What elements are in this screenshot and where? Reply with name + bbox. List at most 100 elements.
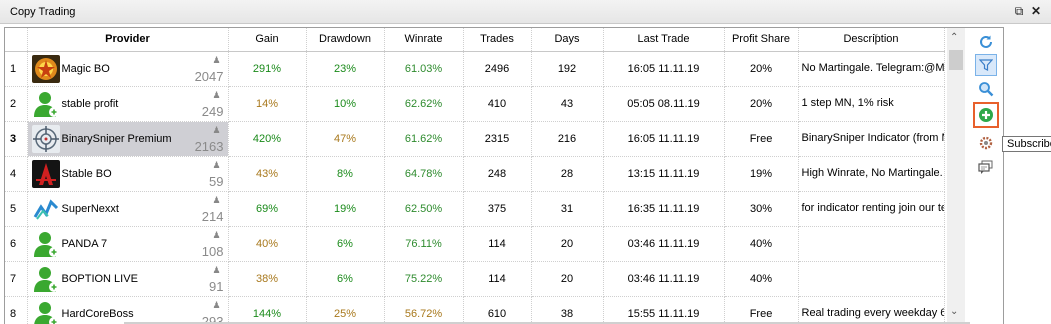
settings-button[interactable] xyxy=(975,132,997,154)
subscribers-count: 59 xyxy=(209,173,224,189)
restore-icon[interactable]: ⧉ xyxy=(1012,4,1026,18)
subscribers-icon: ♟ xyxy=(212,229,221,240)
provider-name[interactable]: BOPTION LIVE xyxy=(62,273,138,285)
last-trade-cell: 05:05 08.11.19 xyxy=(603,86,725,122)
scrollbar-thumb[interactable] xyxy=(949,50,963,70)
trades-cell: 375 xyxy=(463,191,532,227)
table-row[interactable]: 4 Stable BO ♟ 59 43% 8% 64.78% 248 28 13:15 11.11… xyxy=(5,156,945,192)
winrate-cell: 62.50% xyxy=(384,191,464,227)
vertical-scrollbar[interactable]: ⌃ ⌄ xyxy=(947,28,965,324)
avatar xyxy=(31,299,60,324)
provider-name[interactable]: BinarySniper Premium xyxy=(62,133,172,145)
table-row[interactable]: 6 PANDA 7 ♟ 108 40% 6% 76.11% 114 20 03:46 11.11.… xyxy=(5,226,945,262)
header-rank[interactable] xyxy=(5,28,28,52)
description-cell xyxy=(798,261,945,297)
description-cell: Real trading every weekday 6-18 GTMteleg… xyxy=(798,296,945,324)
header-profit-share[interactable]: Profit Share xyxy=(724,28,799,52)
window-titlebar: Copy Trading ⧉ ✕ xyxy=(0,0,1051,24)
avatar xyxy=(31,54,60,83)
description-cell: BinarySniper Indicator (from MQL5.com) w… xyxy=(798,121,945,157)
search-button[interactable] xyxy=(975,78,997,100)
last-trade-cell: 03:46 11.11.19 xyxy=(603,226,725,262)
subscribers-icon: ♟ xyxy=(212,89,221,100)
provider-name[interactable]: SuperNexxt xyxy=(62,203,119,215)
rank-cell: 4 xyxy=(5,156,28,192)
days-cell: 38 xyxy=(531,296,604,324)
table-header-row: Provider Gain Drawdown Winrate Trades Da… xyxy=(5,28,945,52)
subscribers-count: 2047 xyxy=(194,68,224,84)
provider-name[interactable]: Stable BO xyxy=(62,168,112,180)
provider-cell[interactable]: SuperNexxt ♟ 214 xyxy=(27,191,229,227)
provider-name[interactable]: stable profit xyxy=(62,98,119,110)
days-cell: 28 xyxy=(531,156,604,192)
header-last-trade[interactable]: Last Trade xyxy=(603,28,725,52)
subscribe-button[interactable] xyxy=(973,102,999,128)
provider-cell[interactable]: HardCoreBoss ♟ 293 xyxy=(27,296,229,324)
days-cell: 43 xyxy=(531,86,604,122)
drawdown-cell: 25% xyxy=(306,296,385,324)
winrate-cell: 76.11% xyxy=(384,226,464,262)
table-row[interactable]: 5 SuperNexxt ♟ 214 69% 19% 62.50% 375 31 16:35 11… xyxy=(5,191,945,227)
provider-cell[interactable]: PANDA 7 ♟ 108 xyxy=(27,226,229,262)
provider-name[interactable]: HardCoreBoss xyxy=(62,308,134,320)
scroll-down-icon[interactable]: ⌄ xyxy=(950,306,958,317)
chat-button[interactable] xyxy=(975,156,997,178)
search-icon xyxy=(979,82,994,97)
last-trade-cell: 03:46 11.11.19 xyxy=(603,261,725,297)
header-winrate[interactable]: Winrate xyxy=(384,28,464,52)
profit-share-cell: 40% xyxy=(724,226,799,262)
days-cell: 20 xyxy=(531,226,604,262)
provider-cell[interactable]: stable profit ♟ 249 xyxy=(27,86,229,122)
subscribers-count: 91 xyxy=(209,278,224,294)
trades-cell: 2315 xyxy=(463,121,532,157)
close-icon[interactable]: ✕ xyxy=(1029,4,1043,18)
table-row[interactable]: 1 Magic BO ♟ 2047 291% 23% 61.03% 2496 192 16:05 … xyxy=(5,51,945,87)
provider-cell[interactable]: Magic BO ♟ 2047 xyxy=(27,51,229,87)
table-row[interactable]: 3 BinarySniper Premium ♟ 2163 420% 47% 61.62% 2… xyxy=(5,121,945,157)
toolbar-sidebar xyxy=(970,27,1004,324)
subscribe-tooltip: Subscribe xyxy=(1002,136,1051,152)
table-row[interactable]: 8 HardCoreBoss ♟ 293 144% 25% 56.72% 610 38 15:55… xyxy=(5,296,945,324)
filter-button[interactable] xyxy=(975,54,997,76)
provider-cell[interactable]: Stable BO ♟ 59 xyxy=(27,156,229,192)
last-trade-cell: 13:15 11.11.19 xyxy=(603,156,725,192)
subscribers-count: 214 xyxy=(201,208,224,224)
header-trades[interactable]: Trades xyxy=(463,28,532,52)
last-trade-cell: 15:55 11.11.19 xyxy=(603,296,725,324)
rank-cell: 7 xyxy=(5,261,28,297)
provider-name[interactable]: Magic BO xyxy=(62,63,110,75)
settings-icon xyxy=(979,136,993,150)
winrate-cell: 61.03% xyxy=(384,51,464,87)
subscribers-icon: ♟ xyxy=(212,54,221,65)
header-days[interactable]: Days xyxy=(531,28,604,52)
last-trade-cell: 16:05 11.11.19 xyxy=(603,121,725,157)
subscribers-count: 249 xyxy=(201,103,224,119)
header-description[interactable]: Description xyxy=(798,28,945,52)
table-row[interactable]: 2 stable profit ♟ 249 14% 10% 62.62% 410 43 05:05… xyxy=(5,86,945,122)
provider-name[interactable]: PANDA 7 xyxy=(62,238,108,250)
profit-share-cell: 19% xyxy=(724,156,799,192)
rank-cell: 2 xyxy=(5,86,28,122)
scroll-up-icon[interactable]: ⌃ xyxy=(950,32,958,43)
providers-table: Provider Gain Drawdown Winrate Trades Da… xyxy=(5,28,945,324)
drawdown-cell: 19% xyxy=(306,191,385,227)
trades-cell: 610 xyxy=(463,296,532,324)
header-provider[interactable]: Provider xyxy=(27,28,229,52)
last-trade-cell: 16:35 11.11.19 xyxy=(603,191,725,227)
header-drawdown[interactable]: Drawdown xyxy=(306,28,385,52)
trades-cell: 248 xyxy=(463,156,532,192)
table-row[interactable]: 7 BOPTION LIVE ♟ 91 38% 6% 75.22% 114 20 03:46 11… xyxy=(5,261,945,297)
provider-cell[interactable]: BOPTION LIVE ♟ 91 xyxy=(27,261,229,297)
profit-share-cell: 30% xyxy=(724,191,799,227)
subscribers-icon: ♟ xyxy=(212,159,221,170)
refresh-button[interactable] xyxy=(975,31,997,53)
rank-cell: 1 xyxy=(5,51,28,87)
gain-cell: 144% xyxy=(228,296,307,324)
header-gain[interactable]: Gain xyxy=(228,28,307,52)
winrate-cell: 64.78% xyxy=(384,156,464,192)
avatar xyxy=(31,89,60,118)
description-cell: 1 step MN, 1% risk xyxy=(798,86,945,122)
days-cell: 216 xyxy=(531,121,604,157)
drawdown-cell: 47% xyxy=(306,121,385,157)
provider-cell[interactable]: BinarySniper Premium ♟ 2163 xyxy=(27,121,229,157)
